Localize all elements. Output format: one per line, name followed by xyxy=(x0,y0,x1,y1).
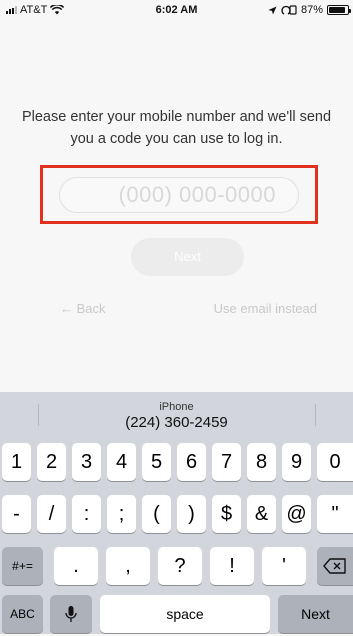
key-question[interactable]: ? xyxy=(158,547,202,585)
key-8[interactable]: 8 xyxy=(247,443,276,481)
battery-percent: 87% xyxy=(300,4,323,16)
key-hyphen[interactable]: - xyxy=(2,495,31,533)
status-right: 87% xyxy=(268,4,351,16)
key-abc[interactable]: ABC xyxy=(2,595,43,633)
key-ampersand[interactable]: & xyxy=(247,495,276,533)
next-button[interactable]: Next xyxy=(131,238,244,276)
key-9[interactable]: 9 xyxy=(282,443,311,481)
alarm-rotation-icon xyxy=(281,5,297,15)
key-slash[interactable]: / xyxy=(37,495,66,533)
microphone-icon xyxy=(65,606,77,622)
key-2[interactable]: 2 xyxy=(37,443,66,481)
key-quote[interactable]: " xyxy=(317,495,353,533)
status-bar: AT&T 6:02 AM 87% xyxy=(0,0,353,22)
login-screen: Please enter your mobile number and we'l… xyxy=(0,22,353,392)
suggestion-title: iPhone xyxy=(159,401,194,413)
key-next[interactable]: Next xyxy=(278,595,353,633)
use-email-link[interactable]: Use email instead xyxy=(214,301,317,316)
key-more-symbols[interactable]: #+= xyxy=(2,547,43,585)
key-delete[interactable] xyxy=(317,547,353,585)
key-semicolon[interactable]: ; xyxy=(107,495,136,533)
key-7[interactable]: 7 xyxy=(212,443,241,481)
phone-number-input[interactable]: (000) 000-0000 xyxy=(59,177,299,213)
key-space[interactable]: space xyxy=(100,595,270,633)
highlight-box: (000) 000-0000 xyxy=(40,165,318,224)
key-dollar[interactable]: $ xyxy=(212,495,241,533)
key-comma[interactable]: , xyxy=(106,547,150,585)
battery-icon xyxy=(327,5,351,15)
back-link[interactable]: ← Back xyxy=(60,301,106,316)
numeric-keyboard: iPhone (224) 360-2459 1 2 3 4 5 6 7 8 9 … xyxy=(0,392,353,634)
key-exclamation[interactable]: ! xyxy=(210,547,254,585)
key-3[interactable]: 3 xyxy=(72,443,101,481)
battery-fill xyxy=(329,7,345,13)
key-period[interactable]: . xyxy=(54,547,98,585)
location-arrow-icon xyxy=(268,6,277,14)
login-prompt: Please enter your mobile number and we'l… xyxy=(21,109,332,147)
key-close-paren[interactable]: ) xyxy=(177,495,206,533)
autofill-suggestion-bar[interactable]: iPhone (224) 360-2459 xyxy=(0,392,353,436)
key-apostrophe[interactable]: ' xyxy=(262,547,306,585)
key-4[interactable]: 4 xyxy=(107,443,136,481)
key-5[interactable]: 5 xyxy=(142,443,171,481)
key-6[interactable]: 6 xyxy=(177,443,206,481)
suggestion-phone-number[interactable]: (224) 360-2459 xyxy=(0,414,353,431)
key-colon[interactable]: : xyxy=(72,495,101,533)
key-1[interactable]: 1 xyxy=(2,443,31,481)
backspace-icon xyxy=(323,558,346,574)
key-at[interactable]: @ xyxy=(282,495,311,533)
key-0[interactable]: 0 xyxy=(317,443,353,481)
key-dictation[interactable] xyxy=(50,595,92,633)
key-open-paren[interactable]: ( xyxy=(142,495,171,533)
